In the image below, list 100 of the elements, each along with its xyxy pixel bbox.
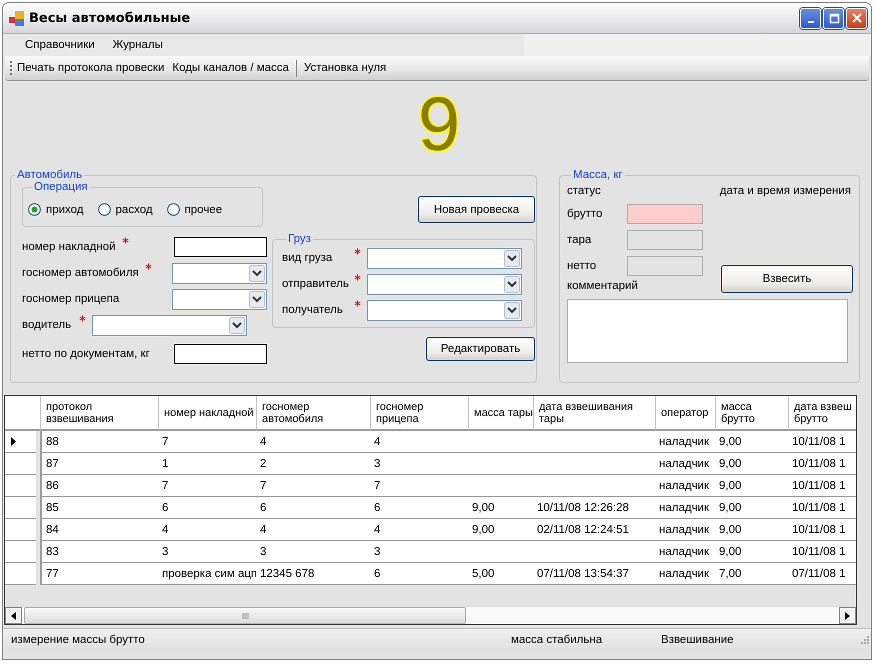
new-weighing-button[interactable]: Новая провеска xyxy=(418,196,535,223)
table-cell: 88 xyxy=(40,431,158,453)
edit-button[interactable]: Редактировать xyxy=(426,337,535,361)
close-button[interactable] xyxy=(846,8,867,28)
row-header[interactable] xyxy=(5,431,36,453)
status-text: Взвешивание xyxy=(661,634,734,646)
table-cell: 9,00 xyxy=(715,475,788,497)
toolbar-button[interactable]: Установка нуля xyxy=(300,62,390,74)
menu-item[interactable]: Справочники xyxy=(16,39,104,51)
table-cell: 4 xyxy=(370,519,468,541)
menu-item[interactable]: Журналы xyxy=(104,39,172,51)
dropdown-field[interactable] xyxy=(172,288,267,310)
field-label: комментарий xyxy=(567,280,638,292)
table-cell: 07/11/08 13:54:37 xyxy=(533,563,655,585)
column-header[interactable]: госномер автомобиля xyxy=(256,396,370,431)
scroll-right-icon xyxy=(845,612,850,620)
window-title: Весы автомобильные xyxy=(29,10,192,26)
column-header[interactable]: госномер прицепа xyxy=(370,396,468,431)
status-text: измерение массы брутто xyxy=(11,634,146,646)
table-cell: наладчик xyxy=(655,475,715,497)
table-cell: 3 xyxy=(158,541,256,563)
table-cell: 77 xyxy=(40,563,158,585)
table-cell: 9,00 xyxy=(715,497,788,519)
column-header[interactable]: масса тары xyxy=(468,396,533,431)
grip-icon xyxy=(9,60,13,76)
dropdown-field[interactable] xyxy=(92,314,248,336)
column-header[interactable]: дата взвеш брутто xyxy=(788,396,856,431)
table-cell: наладчик xyxy=(655,497,715,519)
field-label: дата и время измерения xyxy=(720,185,851,197)
table-cell: 10/11/08 1 xyxy=(788,431,856,453)
radio-button[interactable]: приход xyxy=(28,203,84,216)
table-cell: 9,00 xyxy=(715,541,788,563)
text-field[interactable] xyxy=(174,344,267,364)
comment-field[interactable] xyxy=(567,299,848,363)
table-cell: 5,00 xyxy=(468,563,533,585)
dropdown-field[interactable] xyxy=(172,262,267,284)
toolbar-button[interactable]: Печать протокола провески xyxy=(13,62,168,74)
table-cell: 1 xyxy=(158,453,256,475)
table-cell: 10/11/08 1 xyxy=(788,541,856,563)
minimize-button[interactable] xyxy=(800,8,821,28)
grip-icon xyxy=(242,612,248,618)
table-cell: 10/11/08 1 xyxy=(788,475,856,497)
resize-grip-icon xyxy=(859,634,871,646)
toolbar-button[interactable]: Коды каналов / масса xyxy=(168,62,293,74)
table-cell: 12345 678 xyxy=(256,563,370,585)
table-cell: 02/11/08 12:24:51 xyxy=(533,519,655,541)
group-title: Операция xyxy=(33,181,89,193)
field-label: госномер автомобиля xyxy=(22,267,139,279)
column-header[interactable]: номер накладной xyxy=(158,396,256,431)
table-cell: 7 xyxy=(256,475,370,497)
table-cell: 3 xyxy=(256,541,370,563)
table-cell: 4 xyxy=(256,431,370,453)
table-cell: 3 xyxy=(370,541,468,563)
minimize-icon xyxy=(808,20,814,22)
field-label: брутто xyxy=(567,208,604,220)
table-cell: 07/11/08 1 xyxy=(788,563,856,585)
table-cell: 7 xyxy=(158,431,256,453)
maximize-icon xyxy=(828,12,840,24)
field-label: вид груза xyxy=(282,252,334,264)
table-cell: 83 xyxy=(40,541,158,563)
table-cell: 9,00 xyxy=(715,453,788,475)
radio-button[interactable]: прочее xyxy=(166,203,222,216)
table-cell: наладчик xyxy=(655,453,715,475)
group-title: Автомобиль xyxy=(16,169,84,181)
table-cell: 7,00 xyxy=(715,563,788,585)
dropdown-field[interactable] xyxy=(367,274,522,294)
radio-button[interactable]: расход xyxy=(98,203,153,216)
table-cell: наладчик xyxy=(655,519,715,541)
table-cell: наладчик xyxy=(655,431,715,453)
table-cell: 9,00 xyxy=(468,519,533,541)
column-header[interactable]: оператор xyxy=(655,396,715,431)
column-header[interactable]: протокол взвешивания xyxy=(40,396,158,431)
field-label: тара xyxy=(567,234,592,246)
field-label: госномер прицепа xyxy=(22,293,120,305)
field-label: номер накладной xyxy=(22,241,116,253)
table-cell: 6 xyxy=(158,497,256,519)
table-cell: 4 xyxy=(370,431,468,453)
table-cell: 3 xyxy=(370,453,468,475)
field-label: отправитель xyxy=(282,278,350,290)
dropdown-field[interactable] xyxy=(367,300,522,320)
text-field[interactable] xyxy=(174,237,267,257)
table-cell: проверка сим ацп xyxy=(158,563,256,585)
table-cell: 7 xyxy=(158,475,256,497)
field-label: получатель xyxy=(282,304,344,316)
weigh-button[interactable]: Взвесить xyxy=(721,265,853,293)
table-cell: 6 xyxy=(370,497,468,519)
column-header[interactable]: дата взвешивания тары xyxy=(533,396,655,431)
dropdown-field[interactable] xyxy=(367,248,522,268)
table-cell: 9,00 xyxy=(715,519,788,541)
maximize-button[interactable] xyxy=(823,8,844,28)
table-cell: наладчик xyxy=(655,541,715,563)
table-cell: 86 xyxy=(40,475,158,497)
table-cell: 87 xyxy=(40,453,158,475)
close-icon xyxy=(850,12,862,24)
app-icon xyxy=(9,10,24,26)
column-header[interactable]: масса брутто xyxy=(715,396,788,431)
table-cell: 10/11/08 12:26:28 xyxy=(533,497,655,519)
field-label: статус xyxy=(567,185,601,197)
table-cell: 9,00 xyxy=(468,497,533,519)
weight-display: 9 xyxy=(418,81,460,169)
